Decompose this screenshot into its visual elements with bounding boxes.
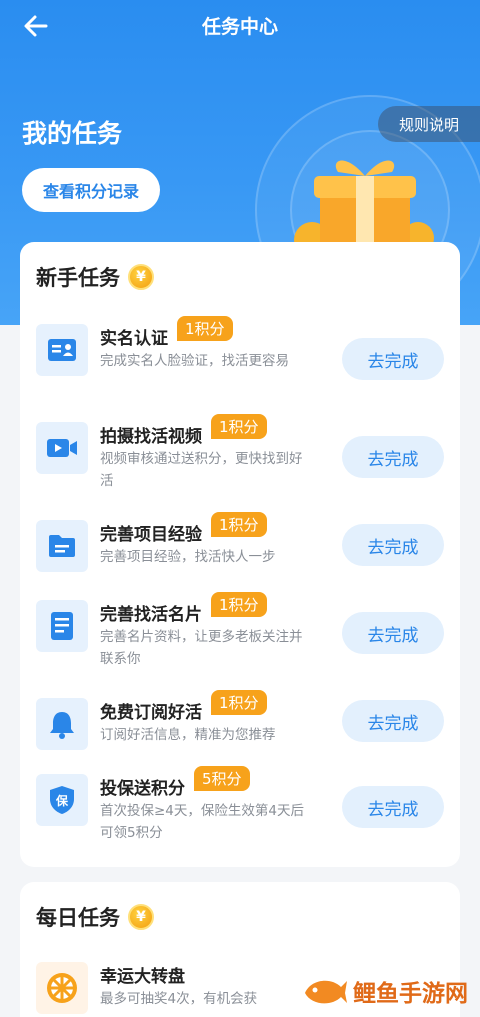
task-desc: 完成实名人脸验证，找活更容易 [100,353,289,369]
newbie-tasks-card: 新手任务 ¥ 实名认证 1积分 完成实名人脸验证，找活更容易 去完成 拍摄找活视… [20,242,460,867]
task-name: 完善找活名片 [100,605,202,625]
go-complete-button[interactable]: 去完成 [342,524,444,566]
points-badge: 1积分 [211,512,267,537]
folder-icon [36,520,88,572]
go-complete-button[interactable]: 去完成 [342,612,444,654]
top-bar: 任务中心 [0,0,480,52]
document-icon [36,600,88,652]
task-desc: 完善名片资料，让更多老板关注并联系你 [100,629,303,667]
task-desc: 订阅好活信息，精准为您推荐 [100,727,276,743]
points-badge: 1积分 [211,414,267,439]
my-tasks-title: 我的任务 [22,119,123,148]
task-desc: 视频审核通过送积分，更快找到好活 [100,451,303,489]
go-complete-button[interactable]: 去完成 [342,786,444,828]
points-badge: 1积分 [177,316,233,341]
task-name: 实名认证 [100,329,168,349]
task-item-real-name: 实名认证 1积分 完成实名人脸验证，找活更容易 去完成 [20,316,460,404]
daily-tasks-title: 每日任务 ¥ [36,902,154,932]
coin-icon: ¥ [128,904,154,930]
task-item-project: 完善项目经验 1积分 完善项目经验，找活快人一步 去完成 [20,512,460,600]
points-badge: 1积分 [211,690,267,715]
section-title-text: 每日任务 [36,906,120,930]
task-name: 投保送积分 [100,779,185,799]
go-complete-button[interactable]: 去完成 [342,338,444,380]
page-title: 任务中心 [201,16,278,38]
task-name: 幸运大转盘 [100,967,185,987]
wheel-icon [36,962,88,1014]
shield-icon: 保 [36,774,88,826]
task-item-insurance: 保 投保送积分 5积分 首次投保≥4天，保险生效第4天后可领5积分 去完成 [20,766,460,854]
task-desc: 首次投保≥4天，保险生效第4天后可领5积分 [100,803,304,841]
newbie-tasks-title: 新手任务 ¥ [36,262,154,292]
go-complete-button[interactable]: 去完成 [342,700,444,742]
go-complete-button[interactable]: 去完成 [342,436,444,478]
fish-logo-icon [305,980,347,1004]
task-name: 拍摄找活视频 [100,427,202,447]
points-badge: 1积分 [211,592,267,617]
points-badge: 5积分 [194,766,250,791]
watermark: 鲤鱼手游网 [301,966,468,1016]
watermark-text: 鲤鱼手游网 [353,981,468,1007]
section-title-text: 新手任务 [36,266,120,290]
task-item-card: 完善找活名片 1积分 完善名片资料，让更多老板关注并联系你 去完成 [20,592,460,680]
bell-icon [36,698,88,750]
task-name: 免费订阅好活 [100,703,202,723]
id-card-icon [36,324,88,376]
video-camera-icon [36,422,88,474]
task-item-video: 拍摄找活视频 1积分 视频审核通过送积分，更快找到好活 去完成 [20,414,460,502]
rules-button[interactable]: 规则说明 [378,106,480,142]
svg-text:保: 保 [55,793,69,808]
coin-icon: ¥ [128,264,154,290]
task-desc: 完善项目经验，找活快人一步 [100,549,276,565]
task-name: 完善项目经验 [100,525,202,545]
view-points-record-button[interactable]: 查看积分记录 [22,168,160,212]
